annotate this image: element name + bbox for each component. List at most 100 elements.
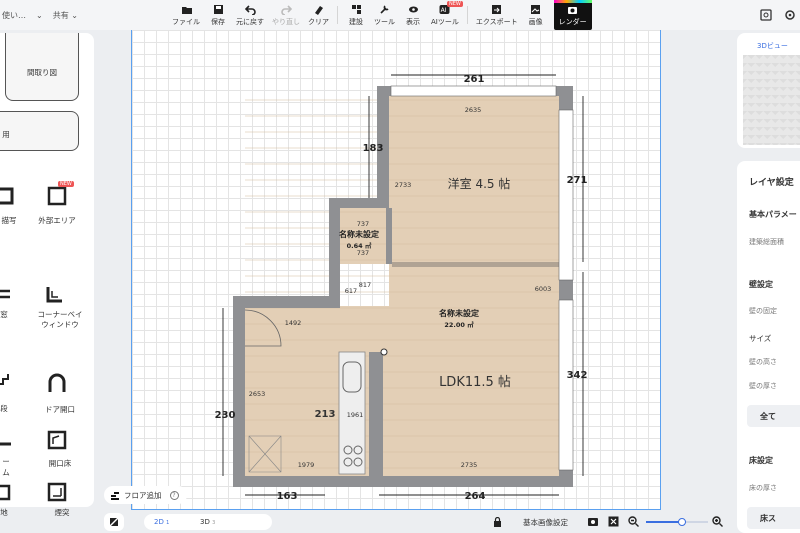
fit-screen-icon[interactable] [608,516,619,527]
dim-230: 230 [215,410,236,421]
apply-all-label: 全て [760,412,776,421]
lock-icon[interactable] [493,517,502,527]
corner-bay-icon [46,287,62,303]
view3d-tab[interactable]: 3Dビュー [757,41,788,51]
toolbar-button-tool[interactable]: ツール [370,0,399,30]
tab-2d-count: 1 [166,520,170,526]
window-label-2[interactable]: ウィンドウ [30,319,90,330]
tab-3d[interactable]: 3D 3 [200,518,215,526]
tool-icon [380,4,389,14]
layer-settings-panel: レイヤ設定 基本パラメー 建築総面積 壁設定 壁の固定 サイズ 壁の高さ 壁の厚… [737,161,800,533]
zoom-slider-handle[interactable] [678,518,686,526]
toolbar-button-folder[interactable]: ファイル [168,0,204,30]
door-opening-button[interactable] [46,373,68,395]
toolbar-button-build[interactable]: 建設 [342,0,370,30]
basic-image-settings[interactable]: 基本画像設定 [523,517,568,528]
wall-segment[interactable] [329,264,337,308]
window-label[interactable]: 窓 [0,309,8,320]
gear-icon[interactable] [784,9,796,21]
toolbar-button-redo[interactable]: やり直し [268,0,304,30]
zoom-out-icon[interactable] [628,516,639,527]
toolbar-button-eye[interactable]: 表示 [399,0,427,30]
floor-add-label: フロア追加 [124,490,162,500]
floor-opening-label[interactable]: 開口床 [38,458,82,469]
floor-button[interactable]: 床ス [747,507,800,529]
floor-opening-button[interactable] [46,429,68,451]
zoom-slider[interactable] [646,518,708,526]
interior-wall[interactable] [369,352,383,478]
wall-fix-label: 壁の固定 [749,307,777,315]
toolbar-button-image[interactable]: 画像 [522,0,550,30]
undo-icon [244,4,256,15]
view3d-panel[interactable]: 3Dビュー [737,33,800,148]
view3d-preview[interactable] [743,55,800,145]
room-label-closet[interactable]: 名称未設定 [339,229,379,239]
toolbar-label: 表示 [406,17,420,26]
chimney-button[interactable] [46,481,68,503]
toolbar-button-export[interactable]: エクスポート [472,0,522,30]
room-part-button[interactable] [0,433,12,455]
window-icon [0,289,10,299]
outer-area-button[interactable] [46,185,68,207]
ground-label[interactable]: 地 [0,507,8,518]
floor-thickness-label: 床の厚さ [749,484,777,492]
zoom-in-icon[interactable] [712,516,723,527]
room-label-ldk[interactable]: LDK11.5 帖 [439,375,511,390]
toolbar-button-clear[interactable]: クリア [304,0,333,30]
clear-icon [315,5,323,15]
share-button[interactable]: 共有 ⌄ [53,10,78,21]
stair-label[interactable]: 段 [0,403,8,414]
floor-opening-icon [47,430,67,450]
tab-2d[interactable]: 2D 1 [154,518,169,526]
top-left: 使い… ⌄ 共有 ⌄ [0,0,95,30]
room-label-main[interactable]: 名称未設定 [439,308,479,318]
floor-stack-icon [111,492,119,500]
room-part-label[interactable]: ーム [0,456,12,478]
inner-dimension: 617 [345,287,357,295]
draw-button[interactable] [0,185,16,207]
wall-node[interactable] [380,348,388,356]
layer-toggle-button[interactable] [104,513,124,531]
floor-add-button[interactable]: フロア追加 ? [104,486,187,504]
export-icon [492,4,502,14]
closet-wall[interactable] [386,208,392,264]
outer-area-label[interactable]: 外部エリア [30,215,84,226]
inner-dimension: 1979 [298,461,315,469]
window[interactable] [558,299,574,471]
floorplan-label: 間取り図 [27,68,57,77]
stair-button[interactable] [0,371,12,393]
draw-label[interactable]: 描写 [0,215,18,226]
corner-bay-button[interactable] [44,283,66,305]
toolbar-button-ai[interactable]: AI AIツール NEW [427,0,463,30]
build-icon [351,4,361,14]
room-label-western[interactable]: 洋室 4.5 帖 [448,176,511,191]
door-opening-label[interactable]: ドア開口 [34,404,86,415]
outer-area-icon [47,186,67,206]
floorplan-canvas[interactable]: 洋室 4.5 帖名称未設定 0.64 ㎡名称未設定 22.00 ㎡ LDK11.5 帖… [131,30,661,510]
share-square-icon[interactable] [760,9,772,21]
floorplan: 洋室 4.5 帖名称未設定0.64 ㎡名称未設定22.00 ㎡LDK11.5 帖… [215,74,588,502]
window-button[interactable] [0,283,12,305]
top-toolbar: 使い… ⌄ 共有 ⌄ ファイル 保存 元に戻す やり直し クリア 建設 ツール 表示 AI AIツ… [0,0,800,30]
render-button[interactable]: レンダー [553,0,592,30]
ground-button[interactable] [0,480,12,502]
door-opening-icon [48,373,66,392]
bottom-bar: 2D 1 3D 3 基本画像設定 [100,512,737,533]
save-icon [213,4,223,14]
room-part-icon [0,442,11,446]
ground-icon [0,484,11,501]
wall-height-label: 壁の高さ [749,358,777,366]
window[interactable] [390,85,557,97]
image-icon [531,4,541,14]
toolbar-button-save[interactable]: 保存 [204,0,232,30]
sliding-door[interactable] [392,262,559,267]
toolbar-button-undo[interactable]: 元に戻す [232,0,268,30]
right-panel: 3Dビュー レイヤ設定 基本パラメー 建築総面積 壁設定 壁の固定 サイズ 壁の… [737,33,800,533]
layer-settings-title: レイヤ設定 [749,178,794,188]
window[interactable] [558,109,574,281]
apply-all-button[interactable]: 全て [747,405,800,427]
chimney-label[interactable]: 煙突 [42,507,82,518]
camera-icon[interactable] [587,516,599,527]
help-icon[interactable]: ? [169,490,179,500]
menu-button[interactable]: 使い… [2,10,26,21]
